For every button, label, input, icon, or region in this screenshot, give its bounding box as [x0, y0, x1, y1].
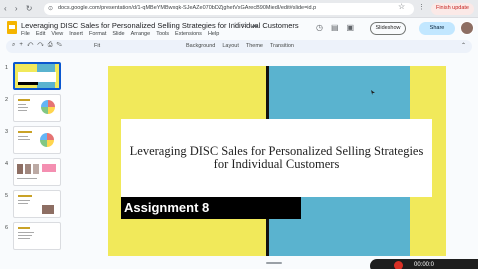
slide-number: 4: [5, 161, 9, 167]
thumbnail-image: [13, 126, 61, 154]
browser-nav-icons[interactable]: ‹ › ↻: [4, 4, 35, 13]
thumbnail-image: [13, 158, 61, 186]
menu-arrange[interactable]: Arrange: [131, 31, 151, 37]
slide-thumbnail[interactable]: 4: [0, 158, 70, 189]
slide-number: 2: [5, 97, 9, 103]
thumbnail-image: [13, 190, 61, 218]
subtitle-textbox[interactable]: Assignment 8: [121, 197, 301, 219]
undo-icon[interactable]: ↶: [27, 42, 37, 48]
title-textbox[interactable]: Leveraging DISC Sales for Personalized S…: [121, 119, 432, 197]
recording-time: 00:00:0: [414, 262, 435, 268]
slide-number: 6: [5, 225, 9, 231]
comments-icon[interactable]: ▤: [331, 23, 339, 32]
new-slide-icon[interactable]: +: [19, 42, 27, 48]
menu-format[interactable]: Format: [89, 31, 106, 37]
menu-slide[interactable]: Slide: [112, 31, 124, 37]
move-folder-icon[interactable]: ▭: [241, 22, 251, 29]
extensions-icon[interactable]: ⋮: [418, 3, 425, 11]
bookmark-star-icon[interactable]: ☆: [398, 2, 405, 11]
cloud-saved-icon[interactable]: ☁: [251, 22, 261, 29]
thumbnail-image: [13, 222, 61, 250]
menu-view[interactable]: View: [51, 31, 63, 37]
redo-icon[interactable]: ↷: [37, 42, 47, 48]
address-bar[interactable]: ⊙ docs.google.com/presentation/d/1-qMBeY…: [44, 3, 414, 15]
layout-button[interactable]: Layout: [222, 43, 239, 49]
menu-tools[interactable]: Tools: [156, 31, 169, 37]
share-button[interactable]: Share: [419, 22, 455, 35]
collapse-toolbar-icon[interactable]: ⌃: [461, 42, 466, 49]
current-slide[interactable]: Leveraging DISC Sales for Personalized S…: [108, 66, 446, 256]
slide-thumbnail[interactable]: 3: [0, 126, 70, 157]
slide-title: Leveraging DISC Sales for Personalized S…: [129, 143, 424, 171]
slide-thumbnail[interactable]: 2: [0, 94, 70, 125]
url-text: docs.google.com/presentation/d/1-qMBeYMB…: [58, 5, 317, 11]
slide-filmstrip: 1 2 3 4 5 6: [0, 56, 70, 269]
thumbnail-image: [13, 62, 61, 90]
print-icon[interactable]: ⎙: [48, 42, 57, 48]
slide-subtitle: Assignment 8: [124, 200, 210, 215]
site-info-icon[interactable]: ⊙: [48, 5, 53, 12]
slide-thumbnail[interactable]: 6: [0, 222, 70, 253]
slides-logo-icon[interactable]: [7, 21, 17, 34]
menu-edit[interactable]: Edit: [36, 31, 45, 37]
browser-toolbar: ‹ › ↻ ⊙ docs.google.com/presentation/d/1…: [0, 0, 478, 18]
slide-number: 5: [5, 193, 9, 199]
slide-number: 1: [5, 65, 9, 71]
history-icon[interactable]: ◷: [316, 23, 323, 32]
thumbnail-image: [13, 94, 61, 122]
editing-toolbar: ⌕+↶↷⎙✎ Fit Background Layout Theme Trans…: [6, 40, 472, 53]
star-icon[interactable]: ☆: [232, 22, 241, 29]
slideshow-button[interactable]: Slideshow: [370, 22, 406, 35]
background-button[interactable]: Background: [186, 43, 215, 49]
menu-extensions[interactable]: Extensions: [175, 31, 202, 37]
menu-insert[interactable]: Insert: [69, 31, 83, 37]
theme-button[interactable]: Theme: [246, 43, 263, 49]
zoom-select[interactable]: Fit: [94, 43, 100, 49]
slide-number: 3: [5, 129, 9, 135]
meet-icon[interactable]: ▣: [347, 23, 355, 32]
menu-help[interactable]: Help: [208, 31, 219, 37]
slide-thumbnail[interactable]: 1: [0, 62, 70, 93]
screen-recorder: 00:00:0: [370, 259, 478, 269]
record-icon[interactable]: [394, 261, 403, 269]
menu-file[interactable]: File: [21, 31, 30, 37]
speaker-notes-handle[interactable]: [266, 262, 282, 264]
avatar[interactable]: [460, 21, 474, 35]
menu-bar: File Edit View Insert Format Slide Arran…: [21, 31, 219, 37]
paint-format-icon[interactable]: ✎: [57, 42, 66, 48]
finish-update-button[interactable]: Finish update: [430, 3, 474, 15]
transition-button[interactable]: Transition: [270, 43, 294, 49]
slide-thumbnail[interactable]: 5: [0, 190, 70, 221]
